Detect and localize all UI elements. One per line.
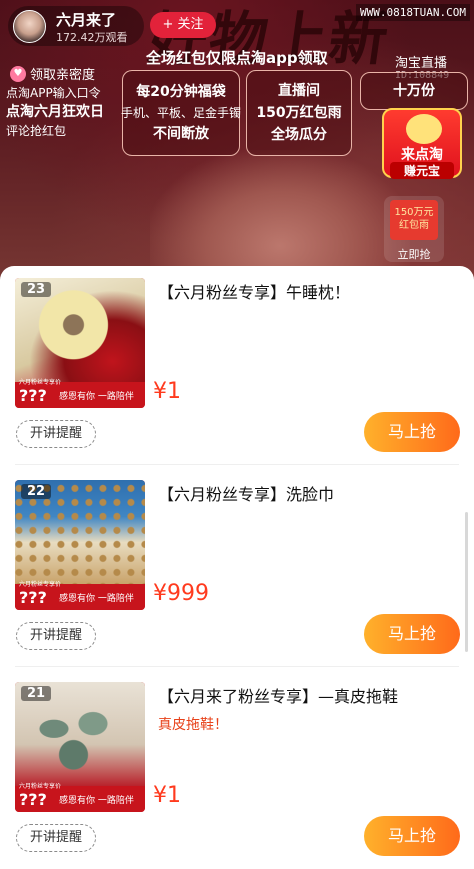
thumbnail-tagline: 感恩有你 一路陪伴 bbox=[59, 392, 134, 402]
intimacy-label: 领取亲密度 bbox=[30, 68, 96, 83]
list-item: 22 六月粉丝专享价 ??? 感恩有你 一路陪伴 【六月粉丝专享】洗脸巾 ¥99… bbox=[0, 468, 474, 668]
heart-icon: ♥ bbox=[10, 65, 26, 82]
red-rain-widget[interactable]: 150万元 红包雨 立即抢 bbox=[384, 196, 444, 262]
red-rain-action[interactable]: 立即抢 bbox=[384, 246, 444, 262]
divider bbox=[15, 464, 459, 465]
thumbnail-tagline: 感恩有你 一路陪伴 bbox=[59, 796, 134, 806]
promo-line: 评论抢红包 bbox=[6, 124, 67, 138]
product-thumbnail[interactable]: 21 六月粉丝专享价 ??? 感恩有你 一路陪伴 bbox=[15, 682, 145, 812]
promo-line: 十万份 bbox=[393, 83, 435, 99]
promo-card-hundred-thousand: 十万份 bbox=[360, 72, 468, 110]
thumbnail-mystery-mark: ??? bbox=[19, 588, 47, 607]
promo-line: 不间断放 bbox=[153, 126, 209, 142]
promo-line: 点淘六月狂欢日 bbox=[6, 104, 104, 120]
product-price: ¥999 bbox=[153, 581, 209, 606]
badge-line: 来点淘 bbox=[401, 147, 443, 163]
promo-line: 点淘APP输入口令 bbox=[6, 86, 101, 100]
site-watermark: WWW.0818TUAN.COM bbox=[356, 4, 470, 21]
product-number: 22 bbox=[21, 484, 52, 499]
thumbnail-mystery-mark: ??? bbox=[19, 790, 47, 809]
thumbnail-caption: 六月粉丝专享价 bbox=[19, 783, 62, 790]
promo-card-red-rain: 直播间 150万红包雨 全场瓜分 bbox=[246, 70, 352, 156]
product-title[interactable]: 【六月粉丝专享】午睡枕！ bbox=[158, 282, 458, 304]
thumbnail-caption: 六月粉丝专享价 bbox=[19, 379, 62, 386]
diantao-promo-badge[interactable]: 来点淘 赚元宝 bbox=[382, 108, 462, 179]
remind-button[interactable]: 开讲提醒 bbox=[16, 420, 96, 448]
promo-line: 全场瓜分 bbox=[271, 127, 327, 143]
thumbnail-caption: 六月粉丝专享价 bbox=[19, 581, 62, 588]
thumbnail-mystery-mark: ??? bbox=[19, 386, 47, 405]
product-subtitle: 真皮拖鞋！ bbox=[158, 717, 228, 733]
thumbnail-tagline: 感恩有你 一路陪伴 bbox=[59, 594, 134, 604]
promo-line: 每20分钟福袋 bbox=[136, 84, 226, 100]
list-item: 23 六月粉丝专享价 ??? 感恩有你 一路陪伴 【六月粉丝专享】午睡枕！ ¥1… bbox=[0, 266, 474, 466]
promo-line: 手机、平板、足金手镯 bbox=[121, 106, 242, 120]
duck-mascot-icon bbox=[406, 114, 442, 144]
promo-card-lucky-bag: 每20分钟福袋 手机、平板、足金手镯 不间断放 bbox=[121, 70, 242, 156]
product-title[interactable]: 【六月来了粉丝专享】—真皮拖鞋 bbox=[158, 686, 458, 708]
promo-line: 直播间 bbox=[278, 83, 320, 99]
redpack-title: 全场红包仅限点淘app领取 bbox=[146, 49, 328, 67]
viewer-count: 172.42万观看 bbox=[56, 31, 128, 44]
product-price: ¥1 bbox=[153, 379, 181, 404]
list-item: 21 六月粉丝专享价 ??? 感恩有你 一路陪伴 【六月来了粉丝专享】—真皮拖鞋… bbox=[0, 670, 474, 869]
product-list-sheet[interactable]: 23 六月粉丝专享价 ??? 感恩有你 一路陪伴 【六月粉丝专享】午睡枕！ ¥1… bbox=[0, 266, 474, 869]
host-name: 六月来了 bbox=[56, 11, 117, 29]
intimacy-tag[interactable]: ♥ 领取亲密度 bbox=[10, 64, 95, 83]
follow-button[interactable]: + 关注 bbox=[150, 12, 216, 38]
promo-card-command: 点淘APP输入口令 点淘六月狂欢日 评论抢红包 bbox=[6, 84, 104, 141]
red-envelope-icon: 150万元 红包雨 bbox=[390, 200, 438, 240]
product-number: 23 bbox=[21, 282, 52, 297]
remind-button[interactable]: 开讲提醒 bbox=[16, 824, 96, 852]
promo-line: 150万红包雨 bbox=[256, 105, 342, 121]
buy-now-button[interactable]: 马上抢 bbox=[364, 614, 460, 654]
avatar[interactable] bbox=[13, 10, 46, 43]
remind-button[interactable]: 开讲提醒 bbox=[16, 622, 96, 650]
buy-now-button[interactable]: 马上抢 bbox=[364, 412, 460, 452]
product-number: 21 bbox=[21, 686, 52, 701]
divider bbox=[15, 666, 459, 667]
brand-label: 淘宝直播 bbox=[395, 56, 448, 71]
badge-line: 赚元宝 bbox=[390, 162, 454, 179]
product-thumbnail[interactable]: 22 六月粉丝专享价 ??? 感恩有你 一路陪伴 bbox=[15, 480, 145, 610]
product-thumbnail[interactable]: 23 六月粉丝专享价 ??? 感恩有你 一路陪伴 bbox=[15, 278, 145, 408]
product-price: ¥1 bbox=[153, 783, 181, 808]
product-title[interactable]: 【六月粉丝专享】洗脸巾 bbox=[158, 484, 458, 506]
buy-now-button[interactable]: 马上抢 bbox=[364, 816, 460, 856]
